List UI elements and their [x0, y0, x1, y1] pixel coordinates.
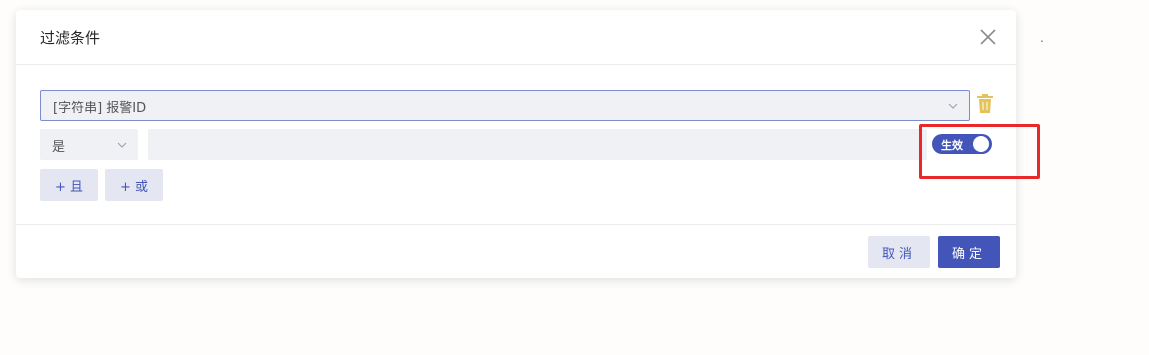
field-select[interactable]: [字符串] 报警ID	[40, 90, 970, 121]
close-icon[interactable]	[978, 27, 998, 47]
operator-select-value: 是	[52, 140, 66, 155]
field-select-value: [字符串] 报警ID	[53, 101, 147, 116]
add-or-button[interactable]: + 或	[105, 169, 163, 201]
value-input[interactable]	[148, 129, 927, 160]
dialog-title: 过滤条件	[40, 29, 101, 47]
enabled-toggle[interactable]: 生效	[932, 134, 992, 154]
add-and-button[interactable]: + 且	[40, 169, 98, 201]
confirm-button[interactable]: 确定	[938, 236, 1000, 268]
chevron-down-icon	[117, 142, 127, 148]
dialog-footer: 取消 确定	[16, 224, 1016, 278]
stray-mark: .	[1040, 31, 1044, 45]
operator-select[interactable]: 是	[40, 129, 138, 160]
filter-dialog: 过滤条件 [字符串] 报警ID 是 生效 + 且 + 或 取消 确定	[16, 10, 1016, 278]
trash-icon[interactable]	[976, 94, 994, 114]
dialog-header: 过滤条件	[16, 10, 1016, 65]
cancel-button[interactable]: 取消	[868, 236, 930, 268]
toggle-label: 生效	[941, 139, 963, 152]
chevron-down-icon	[948, 103, 958, 109]
toggle-knob	[973, 136, 989, 152]
